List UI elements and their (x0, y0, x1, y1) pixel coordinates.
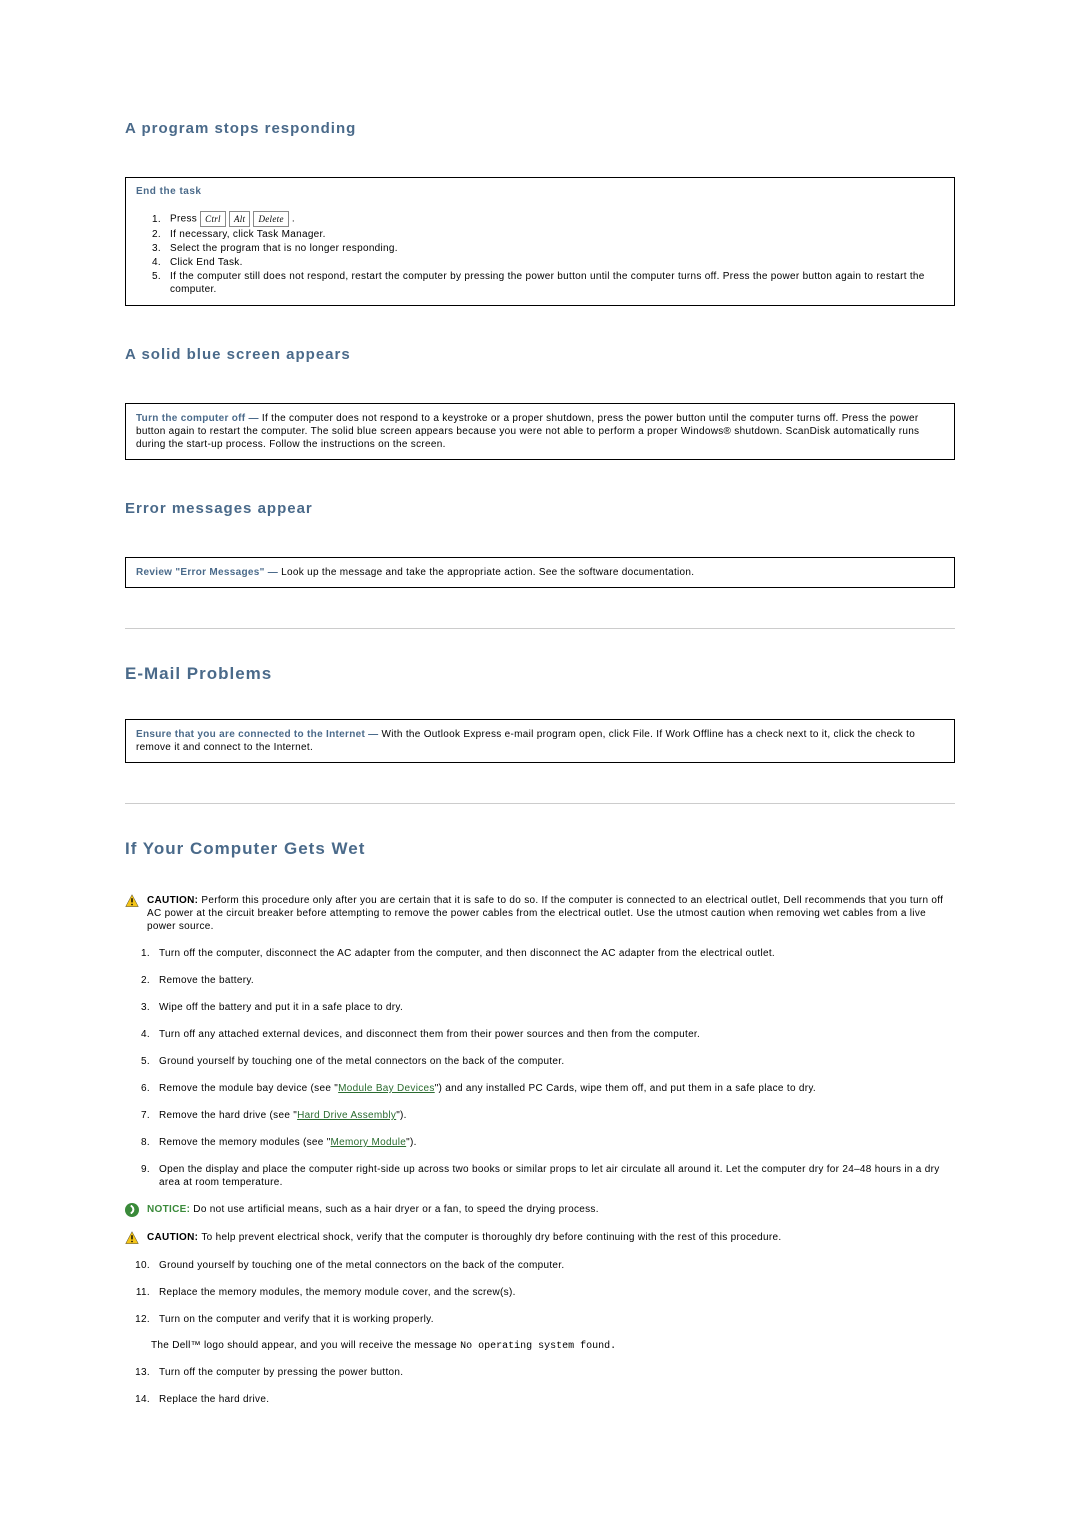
list-item: Press Ctrl Alt Delete . (164, 211, 944, 227)
notice-text: Do not use artificial means, such as a h… (193, 1204, 598, 1215)
key-alt: Alt (229, 211, 250, 227)
list-item: Select the program that is no longer res… (164, 242, 944, 255)
key-ctrl: Ctrl (200, 211, 226, 227)
caution-label: CAUTION: (147, 895, 201, 906)
dell-logo-para: The Dell™ logo should appear, and you wi… (151, 1340, 955, 1352)
notice-callout: NOTICE: Do not use artificial means, suc… (125, 1203, 955, 1217)
box-error-msgs: Review "Error Messages" — Look up the me… (125, 557, 955, 588)
heading-blue-screen: A solid blue screen appears (125, 346, 955, 363)
caution-text: Perform this procedure only after you ar… (147, 895, 943, 932)
wet-steps-2: Ground yourself by touching one of the m… (125, 1259, 955, 1326)
list-item: Click End Task. (164, 256, 944, 269)
end-task-steps: Press Ctrl Alt Delete . If necessary, cl… (136, 211, 944, 296)
list-item: If necessary, click Task Manager. (164, 228, 944, 241)
link-module-bay[interactable]: Module Bay Devices (338, 1083, 435, 1094)
caution-text: To help prevent electrical shock, verify… (201, 1232, 781, 1243)
lead-text: Ensure that you are connected to the Int… (136, 729, 382, 740)
caution-callout: CAUTION: Perform this procedure only aft… (125, 894, 955, 933)
key-delete: Delete (253, 211, 288, 227)
notice-label: NOTICE: (147, 1204, 193, 1215)
wet-steps-1: Turn off the computer, disconnect the AC… (125, 947, 955, 1189)
list-item: Open the display and place the computer … (153, 1163, 955, 1189)
list-item: Remove the battery. (153, 974, 955, 987)
list-item: Turn off any attached external devices, … (153, 1028, 955, 1041)
list-item: Remove the memory modules (see "Memory M… (153, 1136, 955, 1149)
code-text: No operating system found. (460, 1341, 616, 1352)
list-item: Ground yourself by touching one of the m… (153, 1259, 955, 1272)
body-text: Look up the message and take the appropr… (281, 567, 694, 578)
list-item: Turn off the computer, disconnect the AC… (153, 947, 955, 960)
list-item: Turn off the computer by pressing the po… (153, 1366, 955, 1379)
heading-email-problems: E-Mail Problems (125, 664, 955, 684)
caution-icon (125, 1231, 139, 1245)
list-item: If the computer still does not respond, … (164, 270, 944, 296)
list-item: Ground yourself by touching one of the m… (153, 1055, 955, 1068)
caution-label: CAUTION: (147, 1232, 201, 1243)
list-item: Remove the module bay device (see "Modul… (153, 1082, 955, 1095)
caution-callout: CAUTION: To help prevent electrical shoc… (125, 1231, 955, 1245)
list-item: Remove the hard drive (see "Hard Drive A… (153, 1109, 955, 1122)
box-email: Ensure that you are connected to the Int… (125, 719, 955, 763)
link-memory-module[interactable]: Memory Module (331, 1137, 407, 1148)
heading-computer-wet: If Your Computer Gets Wet (125, 839, 955, 859)
divider (125, 628, 955, 629)
lead-text: Review "Error Messages" — (136, 567, 281, 578)
heading-program-stops: A program stops responding (125, 120, 955, 137)
heading-error-msgs: Error messages appear (125, 500, 955, 517)
wet-steps-3: Turn off the computer by pressing the po… (125, 1366, 955, 1406)
list-item: Replace the memory modules, the memory m… (153, 1286, 955, 1299)
box-blue-screen: Turn the computer off — If the computer … (125, 403, 955, 460)
list-item: Wipe off the battery and put it in a saf… (153, 1001, 955, 1014)
box-title: End the task (136, 186, 944, 197)
box-end-task: End the task Press Ctrl Alt Delete . If … (125, 177, 955, 306)
caution-icon (125, 894, 139, 908)
notice-icon (125, 1203, 139, 1217)
list-item: Turn on the computer and verify that it … (153, 1313, 955, 1326)
lead-text: Turn the computer off — (136, 413, 262, 424)
divider (125, 803, 955, 804)
link-hard-drive[interactable]: Hard Drive Assembly (297, 1110, 396, 1121)
list-item: Replace the hard drive. (153, 1393, 955, 1406)
